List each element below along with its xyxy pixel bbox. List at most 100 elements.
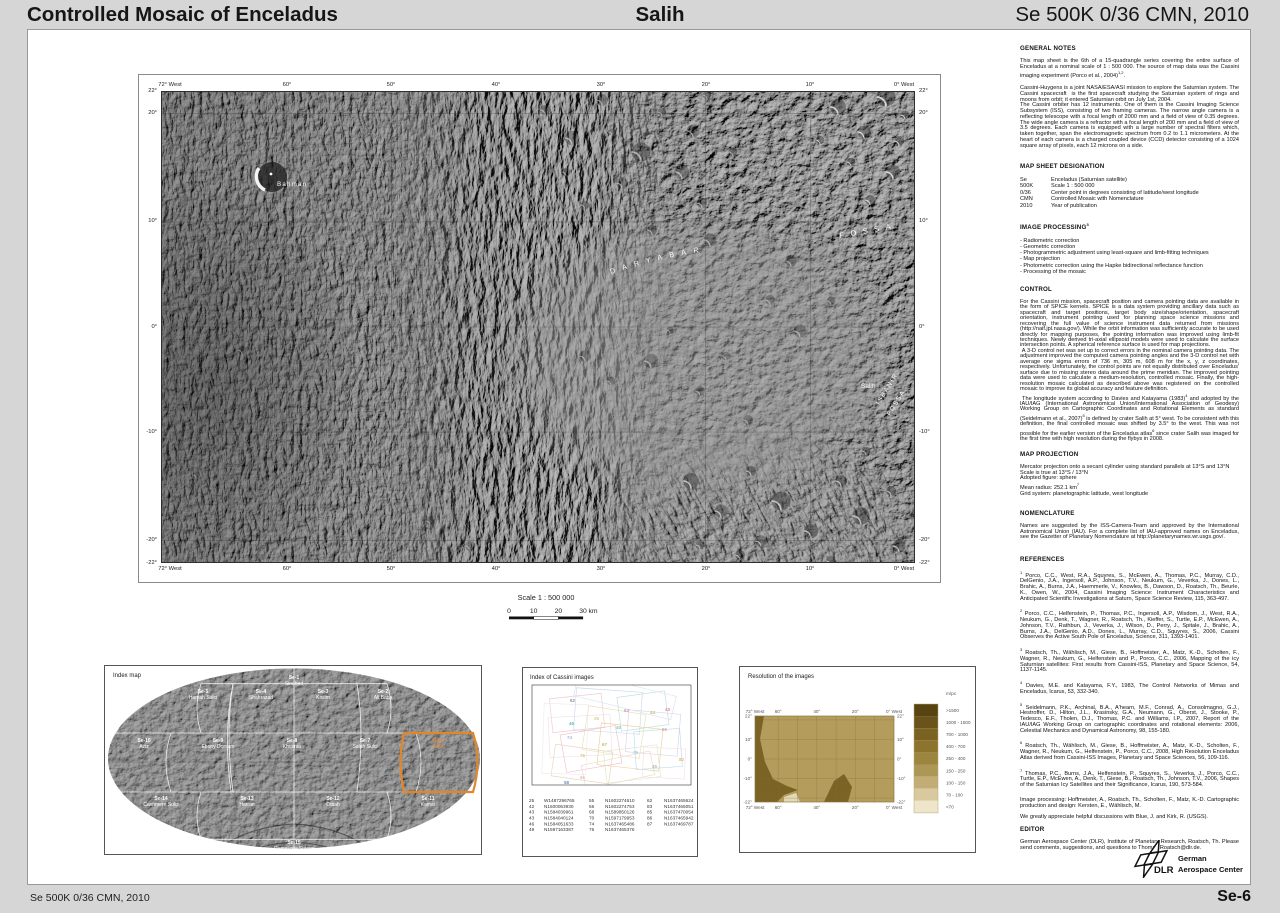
svg-text:67: 67 — [602, 742, 608, 747]
svg-text:20°: 20° — [852, 709, 859, 714]
svg-text:76: 76 — [589, 827, 595, 832]
svg-text:63: 63 — [624, 708, 630, 713]
svg-text:72° West: 72° West — [746, 805, 765, 810]
svg-text:56: 56 — [589, 804, 595, 809]
svg-text:400 - 700: 400 - 700 — [946, 744, 966, 749]
svg-text:N1584040124: N1584040124 — [544, 816, 574, 821]
svg-text:Sindbad: Sindbad — [285, 681, 304, 687]
svg-text:Kamar: Kamar — [421, 802, 436, 808]
svg-text:83: 83 — [647, 804, 653, 809]
svg-text:10°: 10° — [897, 737, 904, 742]
svg-text:Salih: Salih — [861, 383, 876, 390]
svg-text:Salih: Salih — [432, 744, 443, 750]
svg-text:65: 65 — [662, 727, 668, 732]
svg-text:N1602274610: N1602274610 — [605, 798, 635, 803]
svg-text:Ebony Dorsum: Ebony Dorsum — [201, 744, 234, 750]
svg-text:Resolution of the images: Resolution of the images — [748, 674, 814, 680]
svg-text:1000 - 1500: 1000 - 1500 — [946, 720, 971, 725]
svg-text:0: 0 — [507, 608, 511, 615]
svg-text:100 - 150: 100 - 150 — [946, 780, 966, 785]
svg-text:N1597179953: N1597179953 — [605, 816, 635, 821]
svg-text:45: 45 — [652, 764, 658, 769]
svg-text:-22°: -22° — [897, 800, 906, 805]
svg-text:46: 46 — [569, 721, 575, 726]
svg-text:43: 43 — [529, 816, 535, 821]
svg-text:10: 10 — [530, 608, 538, 615]
svg-text:N1500063930: N1500063930 — [544, 804, 574, 809]
svg-text:N1637465376: N1637465376 — [605, 827, 635, 832]
svg-text:Hamah Sulci: Hamah Sulci — [189, 695, 217, 701]
svg-text:<70: <70 — [946, 805, 954, 810]
svg-text:250 - 400: 250 - 400 — [946, 756, 966, 761]
svg-text:German: German — [1178, 854, 1207, 863]
svg-text:N1597163387: N1597163387 — [544, 827, 574, 832]
svg-text:76: 76 — [580, 753, 586, 758]
svg-text:20°: 20° — [852, 805, 859, 810]
svg-text:74: 74 — [589, 821, 595, 826]
svg-text:60°: 60° — [775, 709, 782, 714]
svg-text:40: 40 — [616, 725, 622, 730]
svg-text:N1637470054: N1637470054 — [664, 810, 694, 815]
svg-text:62: 62 — [647, 798, 653, 803]
svg-text:N1584039961: N1584039961 — [544, 810, 574, 815]
svg-text:25: 25 — [594, 716, 600, 721]
svg-text:Cashmere Sulci: Cashmere Sulci — [143, 802, 178, 808]
svg-text:150 - 250: 150 - 250 — [946, 768, 966, 773]
svg-text:25: 25 — [529, 798, 535, 803]
svg-text:Khusrau: Khusrau — [283, 744, 302, 750]
svg-text:Kasim: Kasim — [316, 695, 330, 701]
svg-text:-10°: -10° — [897, 776, 906, 781]
svg-text:700 - 1000: 700 - 1000 — [946, 732, 968, 737]
svg-text:10°: 10° — [745, 737, 752, 742]
svg-text:Aerospace Center: Aerospace Center — [1178, 865, 1243, 874]
svg-text:Index map: Index map — [113, 673, 142, 679]
svg-text:49: 49 — [529, 827, 535, 832]
svg-text:30: 30 — [579, 608, 587, 615]
svg-text:87: 87 — [647, 821, 653, 826]
svg-text:N1637469787: N1637469787 — [664, 821, 694, 826]
svg-text:43: 43 — [529, 810, 535, 815]
svg-text:70: 70 — [589, 816, 595, 821]
svg-text:-10°: -10° — [744, 776, 753, 781]
svg-text:70 - 100: 70 - 100 — [946, 793, 963, 798]
svg-text:N1637465624: N1637465624 — [664, 798, 694, 803]
svg-text:46: 46 — [529, 821, 535, 826]
svg-text:>1500: >1500 — [946, 708, 959, 713]
svg-text:-22°: -22° — [744, 800, 753, 805]
svg-text:86: 86 — [647, 816, 653, 821]
svg-text:20: 20 — [555, 608, 563, 615]
svg-text:Otbah: Otbah — [326, 802, 340, 808]
svg-text:N1589850126: N1589850126 — [605, 810, 635, 815]
svg-text:42: 42 — [529, 804, 535, 809]
svg-text:66: 66 — [580, 775, 586, 780]
svg-text:40°: 40° — [813, 805, 820, 810]
svg-text:60°: 60° — [775, 805, 782, 810]
svg-text:N1637465486: N1637465486 — [605, 821, 635, 826]
svg-text:58: 58 — [564, 780, 570, 785]
svg-text:Salah Sulci: Salah Sulci — [352, 744, 377, 750]
svg-text:W1487296765: W1487296765 — [544, 798, 575, 803]
svg-text:43: 43 — [665, 707, 671, 712]
svg-text:82: 82 — [679, 757, 685, 762]
svg-text:68: 68 — [589, 810, 595, 815]
svg-text:N1584051633: N1584051633 — [544, 821, 574, 826]
svg-text:85: 85 — [647, 810, 653, 815]
svg-text:Ali Baba: Ali Baba — [374, 695, 393, 701]
svg-text:DLR: DLR — [1154, 865, 1174, 876]
svg-text:22°: 22° — [897, 714, 904, 719]
svg-text:74: 74 — [567, 735, 573, 740]
svg-text:62: 62 — [570, 698, 576, 703]
svg-text:km: km — [589, 608, 598, 615]
svg-text:Index of Cassini images: Index of Cassini images — [530, 675, 594, 681]
svg-text:75: 75 — [633, 750, 639, 755]
svg-text:Bahman: Bahman — [277, 181, 307, 188]
svg-text:N1637465942: N1637465942 — [664, 816, 694, 821]
svg-text:N1637466051: N1637466051 — [664, 804, 694, 809]
svg-text:Shahrazad: Shahrazad — [249, 695, 273, 701]
svg-text:N1602274753: N1602274753 — [605, 804, 635, 809]
svg-text:22°: 22° — [745, 714, 752, 719]
svg-text:Aziz: Aziz — [139, 744, 149, 750]
svg-text:40°: 40° — [813, 709, 820, 714]
svg-text:0°: 0° — [897, 757, 902, 762]
svg-text:0° West: 0° West — [886, 805, 903, 810]
